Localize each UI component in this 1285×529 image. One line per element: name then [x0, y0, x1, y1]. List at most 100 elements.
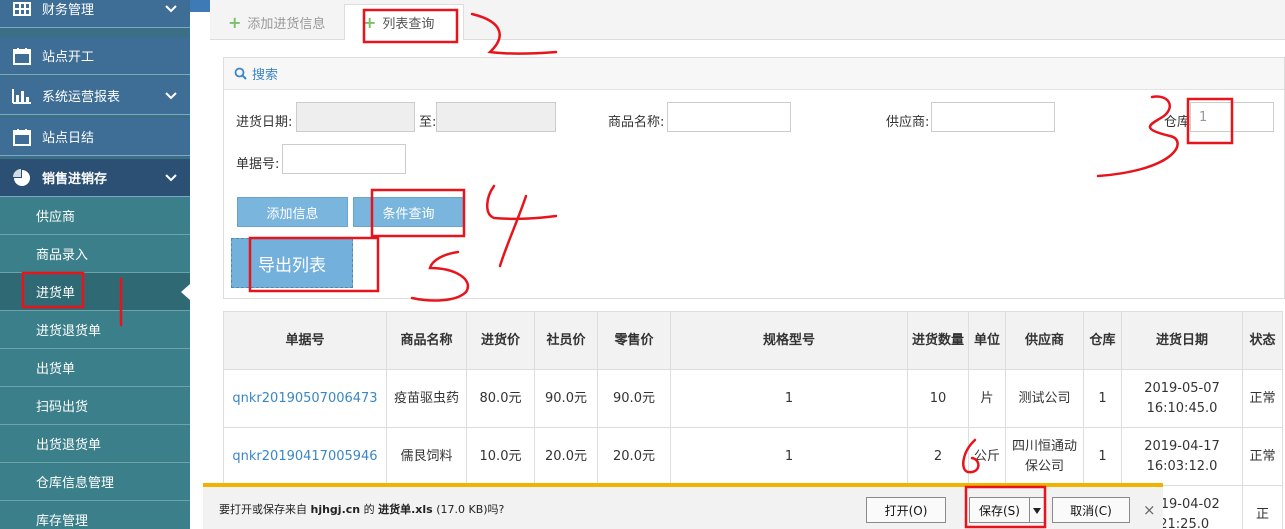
search-panel: 搜索 进货日期: 至: 商品名称: 供应商: 仓库: 1 单据号: 添加信息 条…	[223, 57, 1285, 299]
sidebar-subitem-label: 仓库信息管理	[36, 476, 115, 491]
sidebar-subitem-product-entry[interactable]: 商品录入	[0, 235, 190, 273]
query-button[interactable]: 条件查询	[353, 197, 464, 227]
cell-status: 正常	[1242, 369, 1283, 428]
column-header[interactable]: 供应商	[1005, 311, 1084, 370]
export-list-button[interactable]: 导出列表	[231, 238, 353, 288]
cell-member-price: 90.0元	[534, 369, 598, 428]
cell-purchase-price: 10.0元	[466, 427, 535, 486]
cell-purchase-price: 80.0元	[466, 369, 535, 428]
table-row[interactable]: qnkr20190507006473 疫苗驱虫药 80.0元 90.0元 90.…	[223, 369, 1283, 428]
sidebar-subitem-purchase-order[interactable]: 进货单	[0, 273, 190, 311]
sidebar-item-sales-inventory[interactable]: 销售进销存	[0, 159, 190, 197]
column-header[interactable]: 进货数量	[907, 311, 969, 370]
chevron-down-icon	[164, 171, 178, 185]
download-site: hjhgj.cn	[310, 503, 361, 516]
warehouse-input[interactable]: 1	[1190, 102, 1274, 132]
sidebar-subitem-stock[interactable]: 库存管理	[0, 501, 190, 529]
open-button[interactable]: 打开(O)	[866, 497, 946, 523]
product-name-label: 商品名称:	[608, 115, 665, 130]
plus-icon: +	[363, 13, 377, 32]
plus-icon: +	[228, 12, 242, 32]
chevron-down-icon	[164, 89, 178, 103]
doc-number-link[interactable]: qnkr20190507006473	[223, 369, 387, 428]
column-header[interactable]: 零售价	[597, 311, 671, 370]
sidebar-subitem-shipment[interactable]: 出货单	[0, 349, 190, 387]
cell-quantity: 2	[907, 427, 969, 486]
sidebar-item-label: 系统运营报表	[42, 90, 121, 105]
cell-product-name: 儒艮饲料	[386, 427, 467, 486]
supplier-input[interactable]	[931, 102, 1055, 132]
column-header[interactable]: 单据号	[223, 311, 387, 370]
tab-bar: + 添加进货信息 + 列表查询	[210, 0, 1285, 40]
search-panel-header: 搜索	[224, 58, 1284, 90]
sidebar-item-daily-close[interactable]: 站点日结	[0, 118, 190, 156]
cell-supplier: 四川恒通动保公司	[1005, 427, 1084, 486]
chevron-down-icon	[164, 2, 178, 16]
search-icon	[234, 67, 247, 80]
cell-spec: 1	[670, 427, 908, 486]
sidebar-subitem-warehouse[interactable]: 仓库信息管理	[0, 463, 190, 501]
cell-warehouse: 1	[1083, 427, 1122, 486]
column-header[interactable]: 单位	[968, 311, 1006, 370]
download-filename: 进货单.xls	[378, 503, 433, 516]
cell-supplier: 测试公司	[1005, 369, 1084, 428]
sidebar-subitem-supplier[interactable]: 供应商	[0, 197, 190, 235]
doc-number-label: 单据号:	[236, 157, 280, 172]
triangle-down-icon	[1033, 503, 1041, 517]
column-header[interactable]: 商品名称	[386, 311, 467, 370]
cell-spec: 1	[670, 369, 908, 428]
tab-list-query[interactable]: + 列表查询	[344, 4, 464, 40]
supplier-label: 供应商:	[886, 115, 930, 130]
sidebar-subitem-purchase-return[interactable]: 进货退货单	[0, 311, 190, 349]
column-header[interactable]: 状态	[1242, 311, 1283, 370]
download-size: (17.0 KB)吗?	[436, 503, 505, 516]
cell-member-price: 20.0元	[534, 427, 598, 486]
sidebar-item-label: 站点开工	[42, 50, 95, 65]
sidebar: 财务管理 站点开工 系统运营报表 站点日结 销售进销存 供应商 商品录入 进货单…	[0, 0, 190, 529]
cell-quantity: 10	[907, 369, 969, 428]
sidebar-subitem-label: 扫码出货	[36, 400, 89, 415]
sidebar-item-site-open[interactable]: 站点开工	[0, 37, 190, 75]
cell-date: 2019-04-17 16:03:12.0	[1121, 427, 1243, 486]
tab-add-purchase[interactable]: + 添加进货信息	[210, 4, 344, 40]
download-message: 要打开或保存来自 hjhgj.cn 的 进货单.xls (17.0 KB)吗?	[219, 501, 504, 517]
save-dropdown-button[interactable]	[1029, 497, 1045, 523]
tab-label: 添加进货信息	[247, 16, 326, 32]
sidebar-item-label: 站点日结	[42, 131, 95, 146]
sidebar-item-label: 财务管理	[42, 3, 95, 18]
table-row[interactable]: qnkr20190417005946 儒艮饲料 10.0元 20.0元 20.0…	[223, 427, 1283, 486]
sidebar-subitem-scan-ship[interactable]: 扫码出货	[0, 387, 190, 425]
cell-status: 正常	[1242, 427, 1283, 486]
add-info-button[interactable]: 添加信息	[237, 197, 348, 227]
date-to-label: 至:	[419, 115, 437, 130]
column-header[interactable]: 社员价	[534, 311, 598, 370]
sidebar-subitem-ship-return[interactable]: 出货退货单	[0, 425, 190, 463]
close-icon[interactable]: ×	[1143, 501, 1156, 519]
calendar-icon	[12, 128, 32, 146]
column-header[interactable]: 仓库	[1083, 311, 1122, 370]
doc-number-input[interactable]	[282, 144, 406, 174]
column-header[interactable]: 进货价	[466, 311, 535, 370]
cancel-button[interactable]: 取消(C)	[1052, 497, 1130, 523]
date-to-input[interactable]	[436, 102, 556, 132]
doc-number-link[interactable]: qnkr20190417005946	[223, 427, 387, 486]
sidebar-subitem-label: 进货退货单	[36, 324, 102, 339]
column-header[interactable]: 规格型号	[670, 311, 908, 370]
sidebar-item-reports[interactable]: 系统运营报表	[0, 77, 190, 115]
column-header[interactable]: 进货日期	[1121, 311, 1243, 370]
download-message-mid: 的	[363, 503, 375, 516]
save-button[interactable]: 保存(S)	[969, 497, 1029, 523]
active-pointer-icon	[181, 284, 190, 300]
cell-retail-price: 20.0元	[597, 427, 671, 486]
date-from-input[interactable]	[296, 102, 415, 132]
sidebar-item-label: 销售进销存	[42, 172, 108, 187]
sidebar-subitem-label: 商品录入	[36, 248, 89, 263]
product-name-input[interactable]	[667, 102, 791, 132]
cell-status: 正	[1242, 485, 1283, 529]
sidebar-subitem-label: 库存管理	[36, 514, 89, 529]
cell-retail-price: 90.0元	[597, 369, 671, 428]
tab-label: 列表查询	[382, 17, 435, 32]
sidebar-subitem-label: 供应商	[36, 210, 76, 225]
bar-chart-icon	[12, 87, 32, 105]
sidebar-item-finance[interactable]: 财务管理	[0, 0, 190, 28]
